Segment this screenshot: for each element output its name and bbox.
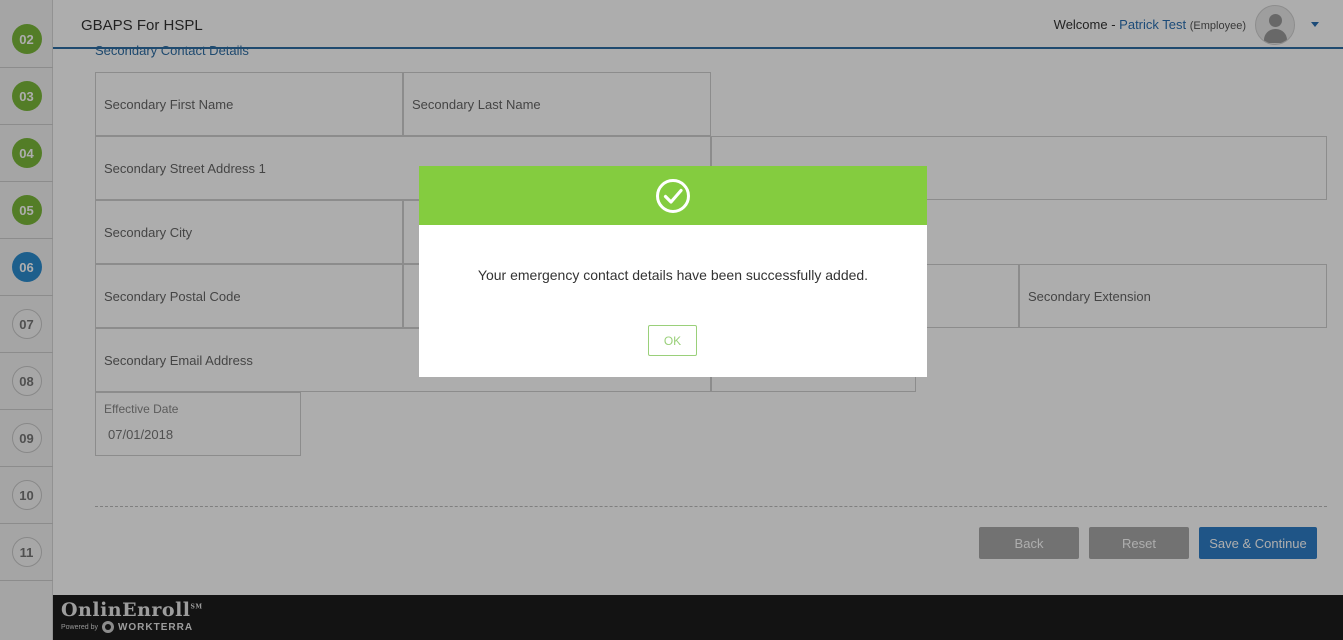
dialog-message: Your emergency contact details have been… [477, 267, 869, 283]
success-dialog: Your emergency contact details have been… [419, 166, 927, 377]
check-circle-icon [656, 178, 690, 213]
ok-button[interactable]: OK [648, 325, 697, 356]
dialog-header [419, 166, 927, 225]
